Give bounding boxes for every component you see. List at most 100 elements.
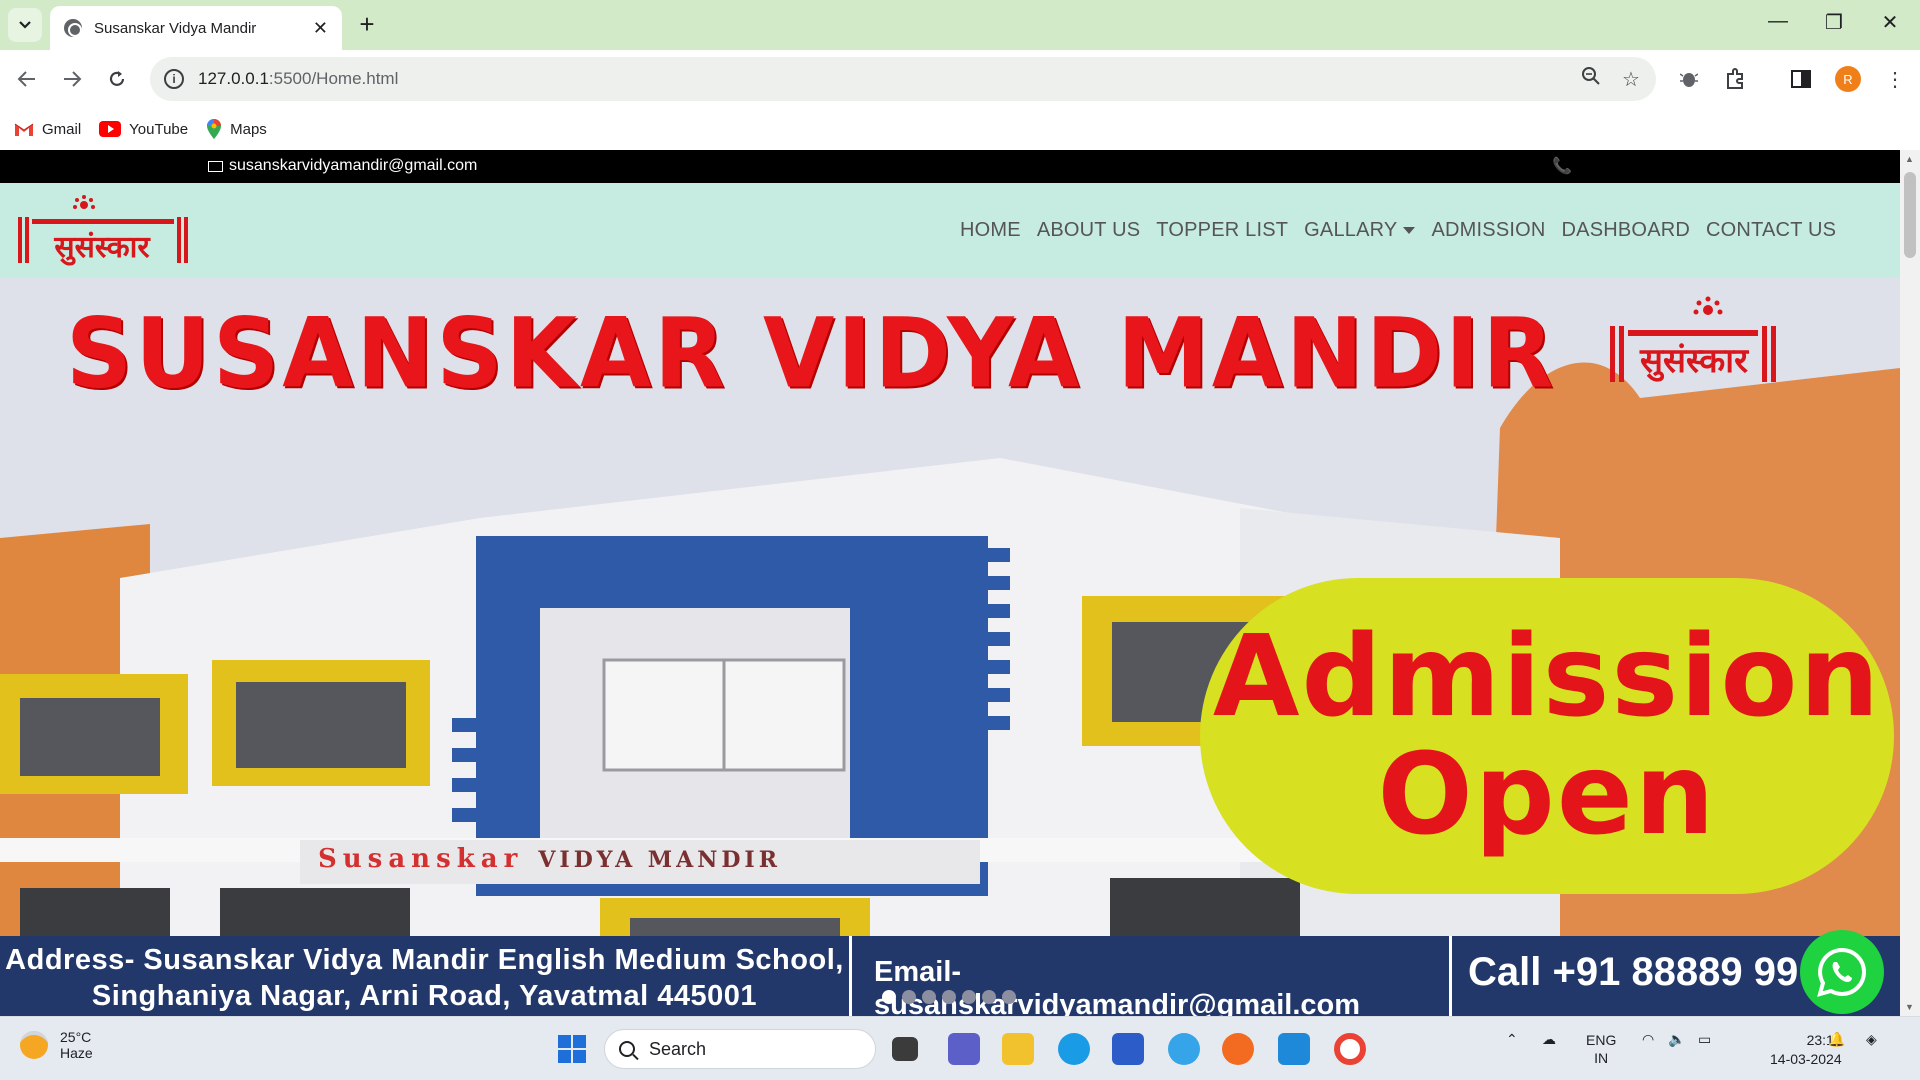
gmail-icon [14,122,34,137]
minimize-button[interactable]: — [1758,10,1798,33]
admission-line-1: Admission [1212,612,1882,742]
nav-gallery-dropdown[interactable]: GALLARY [1304,219,1416,242]
windows-start-icon[interactable] [556,1033,588,1065]
nav-home[interactable]: HOME [960,219,1021,242]
restore-button[interactable]: ❐ [1814,10,1854,35]
taskbar-search[interactable]: Search [604,1029,876,1069]
teams-icon[interactable] [948,1033,980,1065]
url-text: 127.0.0.1:5500/Home.html [198,69,399,88]
carousel-dot[interactable] [962,990,976,1004]
nav-dashboard[interactable]: DASHBOARD [1562,219,1691,242]
youtube-icon [99,121,122,137]
bookmark-maps[interactable]: Maps [206,119,267,139]
scroll-down-icon[interactable]: ▼ [1905,1002,1914,1012]
browser-toolbar: i 127.0.0.1:5500/Home.html ☆ ⋮ [0,50,1920,108]
copilot-icon[interactable]: ◈ [1866,1031,1877,1048]
back-arrow-icon [17,71,35,87]
hero-carousel[interactable]: Susanskar VIDYA MANDIR SUSANSKAR VIDYA M… [0,278,1900,1016]
page-scrollbar[interactable]: ▲ ▼ [1900,150,1920,1016]
tab-search-button[interactable] [8,8,42,42]
weather-widget[interactable]: 25°C Haze [20,1029,93,1061]
svg-text:सुसंस्कार: सुसंस्कार [53,230,151,266]
phone-icon[interactable]: 📞 [1552,156,1572,176]
os-taskbar: 25°C Haze Search ⌃ ☁ ENG IN ◠ 🔈 ▭ 23:13 1… [0,1016,1920,1080]
tab-title: Susanskar Vidya Mandir [94,19,257,37]
extensions-icon[interactable] [1720,64,1750,94]
battery-icon[interactable]: ▭ [1698,1031,1711,1048]
nav-about[interactable]: ABOUT US [1037,219,1140,242]
menu-kebab-icon[interactable]: ⋮ [1880,64,1910,94]
site-info-icon[interactable]: i [164,69,184,89]
close-window-button[interactable]: ✕ [1870,10,1910,35]
topbar-email[interactable]: susanskarvidyamandir@gmail.com [208,157,477,175]
bookmarks-bar: Gmail YouTube Maps [0,108,1920,150]
zoom-icon[interactable] [1576,66,1606,92]
nav-contact[interactable]: CONTACT US [1706,219,1836,242]
onedrive-icon[interactable]: ☁ [1542,1031,1556,1048]
close-tab-icon[interactable]: ✕ [313,18,328,39]
admission-line-2: Open [1377,730,1717,860]
notification-bell-icon[interactable]: 🔔 [1828,1031,1845,1048]
file-explorer-icon[interactable] [1002,1033,1034,1065]
carousel-dot[interactable] [1002,990,1016,1004]
maps-icon [206,119,222,139]
chrome-icon[interactable] [1334,1033,1366,1065]
carousel-dot[interactable] [902,990,916,1004]
hero-email: Email- susanskarvidyamandir@gmail.com [852,936,1452,1016]
firefox-icon[interactable] [1222,1033,1254,1065]
task-view-icon[interactable] [892,1037,918,1061]
back-button[interactable] [10,62,44,96]
envelope-icon [208,160,223,172]
volume-icon[interactable]: 🔈 [1668,1031,1685,1048]
bookmark-youtube[interactable]: YouTube [99,121,188,138]
carousel-dot[interactable] [942,990,956,1004]
vscode-icon[interactable] [1278,1033,1310,1065]
main-navbar: सुसंस्कार HOME ABOUT US TOPPER LIST GALL… [0,183,1900,278]
carousel-dot[interactable] [922,990,936,1004]
building-sign: Susanskar VIDYA MANDIR [318,844,781,874]
new-tab-button[interactable]: + [352,10,382,40]
top-contact-bar: susanskarvidyamandir@gmail.com 📞 [0,150,1900,183]
bug-extension-icon[interactable] [1674,64,1704,94]
web-page: susanskarvidyamandir@gmail.com 📞 सुसंस्क… [0,150,1900,1016]
whatsapp-button[interactable] [1800,930,1884,1014]
nav-topper-list[interactable]: TOPPER LIST [1156,219,1288,242]
wifi-icon[interactable]: ◠ [1642,1031,1654,1048]
carousel-indicators [882,990,1016,1004]
forward-button[interactable] [55,62,89,96]
haze-weather-icon [20,1031,48,1059]
tray-overflow-icon[interactable]: ⌃ [1506,1031,1518,1048]
scroll-thumb[interactable] [1904,172,1916,258]
svg-text:सुसंस्कार: सुसंस्कार [1639,341,1749,382]
forward-arrow-icon [64,71,82,87]
carousel-dot[interactable] [882,990,896,1004]
browser-tab-bar: Susanskar Vidya Mandir ✕ + — ❐ ✕ [0,0,1920,50]
hero-title: SUSANSKAR VIDYA MANDIR [66,297,1557,410]
admission-open-badge: Admission Open [1200,578,1894,894]
chevron-down-icon [19,21,31,29]
hero-address: Address- Susanskar Vidya Mandir English … [0,936,852,1016]
active-tab[interactable]: Susanskar Vidya Mandir ✕ [50,6,342,50]
nav-admission[interactable]: ADMISSION [1431,219,1545,242]
caret-down-icon [1403,227,1416,235]
bookmark-star-icon[interactable]: ☆ [1616,67,1646,92]
bookmark-gmail[interactable]: Gmail [14,121,81,138]
whatsapp-icon [1817,947,1866,997]
edge-icon[interactable] [1058,1033,1090,1065]
hero-logo: सुसंस्कार [1610,296,1776,382]
address-bar[interactable]: i 127.0.0.1:5500/Home.html ☆ [150,57,1656,101]
hero-info-strip: Address- Susanskar Vidya Mandir English … [0,936,1900,1016]
side-panel-icon[interactable] [1786,64,1816,94]
store-icon[interactable] [1112,1033,1144,1065]
weather-app-icon[interactable] [1168,1033,1200,1065]
reload-button[interactable] [100,62,134,96]
profile-avatar[interactable]: R [1835,66,1861,92]
carousel-dot[interactable] [982,990,996,1004]
school-logo[interactable]: सुसंस्कार [14,191,192,271]
reload-icon [109,71,125,86]
language-indicator[interactable]: ENG IN [1586,1031,1616,1067]
search-icon [619,1041,635,1057]
scroll-up-icon[interactable]: ▲ [1905,154,1914,164]
globe-icon [64,19,82,37]
nav-menu: HOME ABOUT US TOPPER LIST GALLARY ADMISS… [960,183,1836,278]
